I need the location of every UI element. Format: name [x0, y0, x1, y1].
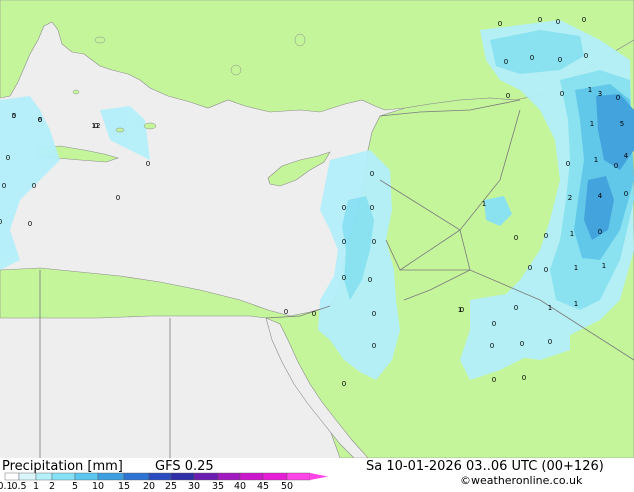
scale-swatch [97, 472, 125, 481]
precip-value-marker: 1 [588, 86, 592, 94]
precip-value-marker: 0 [544, 232, 548, 240]
scale-tick-label: 25 [164, 481, 178, 492]
scale-tick-label: 0.5 [11, 481, 27, 492]
scale-swatch [18, 472, 37, 481]
precip-value-marker: 3 [598, 90, 602, 98]
precip-value-marker: 0 [0, 218, 2, 226]
precip-value-marker: 0 [616, 94, 620, 102]
precip-value-marker: 1 [602, 262, 606, 270]
precip-value-marker: 0 [312, 310, 316, 318]
precip-value-marker: 0 [514, 234, 518, 242]
precip-value-marker: 0 [342, 204, 346, 212]
precip-value-marker: 0 [538, 16, 542, 24]
scale-tick-label: 30 [187, 481, 201, 492]
precip-value-marker: 0 [372, 342, 376, 350]
scale-swatch [51, 472, 76, 481]
scale-tick-label: 45 [256, 481, 270, 492]
precipitation-map: 0 0 0 0 0 0 0 0 0 0 0 0 0 0 0 0 0 0 0 0 0 0 0 0 0 0 0 0 0 0 0 0 0 0 0 0 0 0 0 0… [0, 0, 634, 458]
precip-value-marker: 0 [514, 304, 518, 312]
scale-swatch [148, 472, 172, 481]
scale-tick-label: 1 [32, 481, 40, 492]
precip-value-marker: 1 [574, 264, 578, 272]
precip-value-marker: 0 [522, 374, 526, 382]
precip-value-marker: 0 [584, 52, 588, 60]
precip-value-marker: 0 [624, 190, 628, 198]
precip-value-marker: 0 [544, 266, 548, 274]
precip-value-marker: 0 [370, 204, 374, 212]
precip-value-marker: 0 [492, 320, 496, 328]
precip-value-marker: 12 [92, 122, 101, 130]
precip-value-marker: 0 [560, 90, 564, 98]
precip-value-marker: 1 [548, 304, 552, 312]
precip-value-marker: 5 [620, 120, 624, 128]
precip-value-marker: 0 [530, 54, 534, 62]
precip-value-marker: 0 [528, 264, 532, 272]
precip-value-marker: 0 [582, 16, 586, 24]
scale-tick-label: 15 [117, 481, 131, 492]
precip-value-marker: 0 [490, 342, 494, 350]
precip-value-marker: 4 [624, 152, 629, 160]
precip-value-marker: 2 [568, 194, 572, 202]
precip-value-marker: 1 [594, 156, 598, 164]
scale-swatch [4, 472, 20, 481]
valid-time: Sa 10-01-2026 03..06 UTC (00+126) [366, 459, 604, 474]
precip-value-marker: 0 [342, 274, 346, 282]
precip-value-marker: 0 [566, 160, 570, 168]
precip-value-marker: 0 [372, 310, 376, 318]
precip-value-marker: 1 [482, 200, 486, 208]
scale-tick-label: 2 [48, 481, 56, 492]
scale-swatch [35, 472, 53, 481]
scale-swatch [239, 472, 264, 481]
scale-swatch [170, 472, 195, 481]
scale-swatch [286, 472, 311, 481]
precip-value-marker: 4 [598, 192, 603, 200]
precip-value-marker: 0 [370, 170, 374, 178]
scale-arrow [310, 473, 328, 480]
scale-swatch [74, 472, 99, 481]
precip-value-marker: 0 [548, 338, 552, 346]
scale-swatch [262, 472, 288, 481]
scale-tick-label: 5 [71, 481, 79, 492]
scale-swatch [217, 472, 241, 481]
precip-value-marker: 0 [504, 58, 508, 66]
precip-value-marker: 0 [28, 220, 32, 228]
precip-value-marker: 0 [2, 182, 6, 190]
precip-value-marker: 0 [614, 162, 618, 170]
precip-value-marker: 0 [498, 20, 502, 28]
precip-value-marker: 0 [32, 182, 36, 190]
precip-value-marker: 0 [598, 228, 602, 236]
scale-swatch [193, 472, 219, 481]
precip-value-marker: 0 [556, 18, 560, 26]
precip-value-marker: 0 [558, 56, 562, 64]
scale-swatch [123, 472, 150, 481]
precip-value-marker: 1 [590, 120, 594, 128]
precip-value-marker: 0 [492, 376, 496, 384]
scale-tick-label: 35 [211, 481, 225, 492]
precip-value-marker: 0 [342, 380, 346, 388]
precip-value-marker: 0 [116, 194, 120, 202]
precip-value-marker: 1 [458, 306, 462, 314]
precip-value-marker: 5 [12, 112, 16, 120]
precip-value-marker: 0 [284, 308, 288, 316]
precip-value-marker: 0 [506, 92, 510, 100]
precip-value-marker: 1 [574, 300, 578, 308]
scale-tick-label: 50 [280, 481, 294, 492]
precip-value-marker: 0 [342, 238, 346, 246]
precip-value-marker: 0 [6, 154, 10, 162]
precip-value-marker: 1 [570, 230, 574, 238]
precip-value-marker: 0 [372, 238, 376, 246]
scale-tick-label: 40 [233, 481, 247, 492]
credit: ©weatheronline.co.uk [460, 474, 583, 487]
precip-value-marker: 0 [520, 340, 524, 348]
scale-tick-label: 10 [91, 481, 105, 492]
precip-value-marker: 0 [146, 160, 150, 168]
precip-value-marker: 0 [368, 276, 372, 284]
precip-value-marker: 6 [38, 116, 43, 124]
scale-tick-label: 20 [142, 481, 156, 492]
